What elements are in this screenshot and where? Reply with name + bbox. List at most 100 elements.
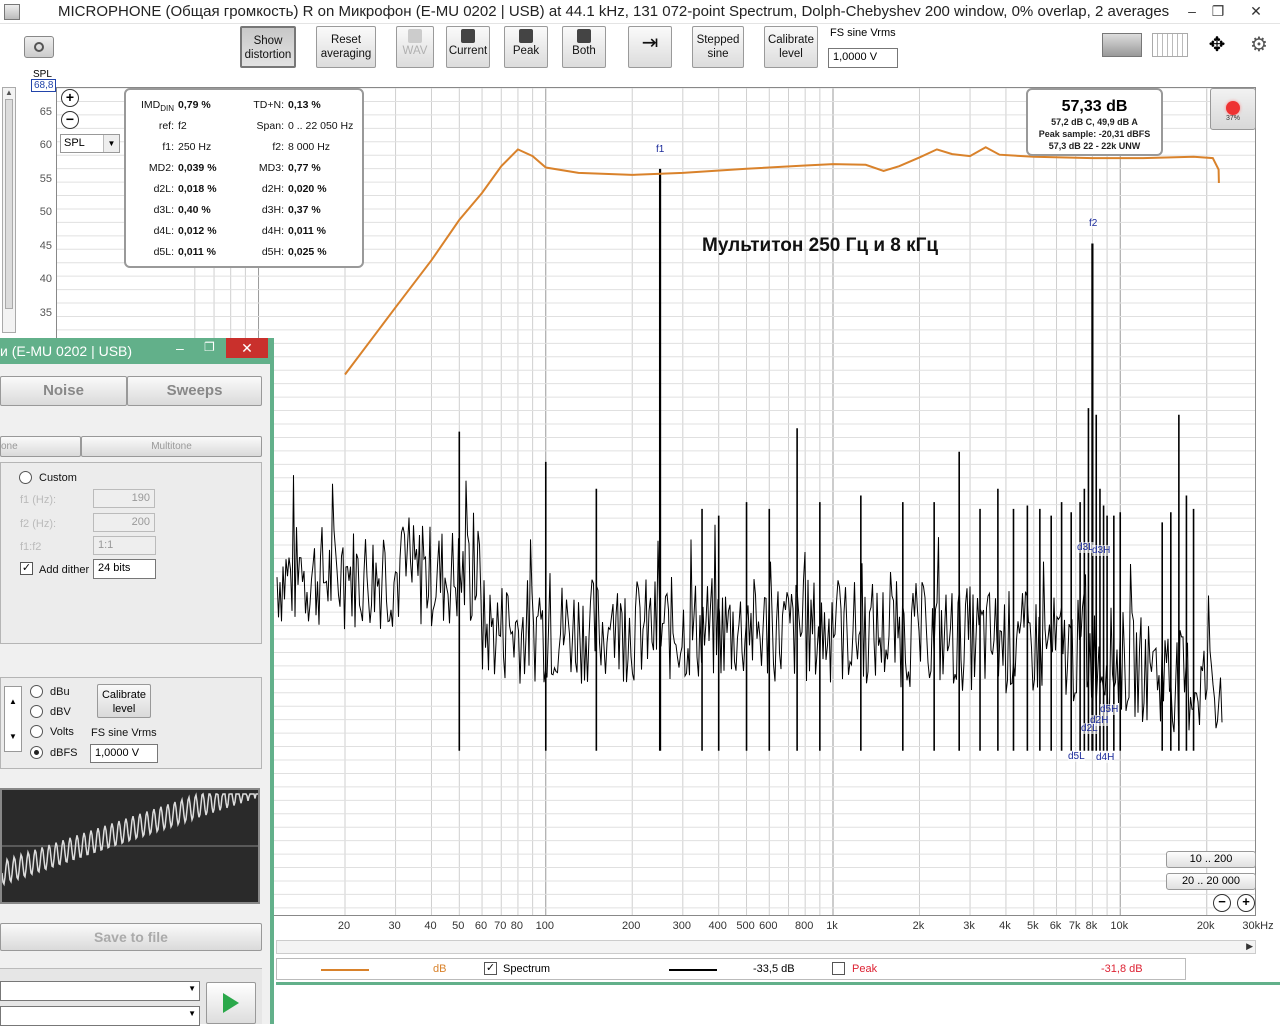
tone-subtab[interactable]: one <box>0 436 81 457</box>
level-meter: 57,33 dB 57,2 dB C, 49,9 dB A Peak sampl… <box>1026 88 1163 156</box>
show-distortion-button[interactable]: Show distortion <box>240 26 296 68</box>
dbfs-radio[interactable] <box>30 746 43 762</box>
f1-input[interactable]: 190 <box>93 489 155 508</box>
stat-key: ref: <box>158 120 174 132</box>
output-device-select[interactable]: ▼ <box>0 981 200 1001</box>
y-axis-value[interactable]: 68,8 <box>31 79 57 92</box>
multitone-subtab[interactable]: Multitone <box>81 436 262 457</box>
x-tick: 800 <box>794 920 814 932</box>
minimize-button[interactable]: – <box>1180 2 1204 20</box>
current-button[interactable]: Current <box>446 26 490 68</box>
calibrate-level-button[interactable]: Calibrate level <box>764 26 818 68</box>
peak-label-f1: f1 <box>656 144 665 155</box>
record-button[interactable]: 37% <box>1210 88 1256 130</box>
stat-value: 0,025 % <box>288 246 327 258</box>
stat-key: d3L: <box>153 204 174 216</box>
level-spinner[interactable]: ▲ ▼ <box>4 686 22 752</box>
peak-checkbox[interactable] <box>832 962 845 978</box>
add-dither-label: Add dither <box>39 564 90 576</box>
spectrum-checkbox[interactable]: ✓ <box>484 962 497 975</box>
x-tick: 600 <box>759 920 778 932</box>
x-tick: 200 <box>622 920 641 932</box>
divider <box>276 982 1280 985</box>
dbv-radio[interactable] <box>30 705 43 721</box>
zoom-out-icon[interactable]: − <box>61 111 79 129</box>
peak-label-f2: f2 <box>1089 218 1098 229</box>
chevron-down-icon: ▼ <box>103 135 119 152</box>
peak-button[interactable]: Peak <box>504 26 548 68</box>
stat-value: 8 000 Hz <box>288 141 331 153</box>
both-button[interactable]: Both <box>562 26 606 68</box>
wav-button[interactable]: WAV <box>396 26 434 68</box>
y-tick: 40 <box>39 273 52 285</box>
fs-sine-input[interactable]: 1,0000 V <box>828 48 898 68</box>
save-to-file-button[interactable]: Save to file <box>0 923 262 951</box>
noise-tab[interactable]: Noise <box>0 376 127 406</box>
import-button[interactable]: ⇥ <box>628 26 672 68</box>
columns-icon[interactable] <box>1152 33 1188 57</box>
y-scroll-thumb[interactable] <box>5 99 13 309</box>
stat-value: f2 <box>178 120 187 132</box>
ratio-label: f1:f2 <box>20 541 42 553</box>
gear-icon[interactable]: ⚙ <box>1246 33 1272 57</box>
save-icon <box>461 29 475 43</box>
x-scrollbar[interactable]: ▶ <box>276 940 1256 954</box>
f2-input[interactable]: 200 <box>93 513 155 532</box>
peak-label-d5h: d5H <box>1100 704 1119 715</box>
zoom-in-icon[interactable]: + <box>61 89 79 107</box>
x-tick: 30 <box>388 920 401 932</box>
stat-key: d2L: <box>153 183 174 195</box>
scroll-up-icon[interactable]: ▲ <box>3 88 15 97</box>
app-icon[interactable] <box>4 4 20 20</box>
generator-close-button[interactable]: ✕ <box>226 338 268 358</box>
y-tick: 65 <box>39 106 52 118</box>
zoom-out-x-icon[interactable]: − <box>1213 894 1231 912</box>
y-tick: 55 <box>39 173 52 185</box>
reset-averaging-button[interactable]: Reset averaging <box>316 26 376 68</box>
add-dither-checkbox[interactable]: ✓ <box>20 562 33 575</box>
gen-calibrate-button[interactable]: Calibrate level <box>97 684 151 718</box>
x-tick: 5k <box>1026 920 1039 932</box>
camera-icon[interactable] <box>24 36 54 58</box>
y-scrollbar[interactable]: ▲ <box>2 87 16 333</box>
wav-label: WAV <box>402 45 428 57</box>
stat-value: 0,40 % <box>178 204 211 216</box>
dbu-radio[interactable] <box>30 685 43 701</box>
layout-icon[interactable] <box>1102 33 1142 57</box>
gen-fs-input[interactable]: 1,0000 V <box>90 744 158 763</box>
play-button[interactable] <box>206 982 256 1024</box>
close-button[interactable]: ✕ <box>1244 2 1268 20</box>
x-tick: 300 <box>672 920 691 932</box>
maximize-button[interactable]: ❐ <box>1206 2 1230 20</box>
sweeps-tab[interactable]: Sweeps <box>127 376 262 406</box>
y-unit-select[interactable]: SPL ▼ <box>60 134 120 153</box>
calibrate-level-label: Calibrate level <box>767 34 815 60</box>
x-tick: 3k <box>963 920 975 932</box>
range-10-200-button[interactable]: 10 .. 200 <box>1166 851 1256 868</box>
x-tick: 4k <box>999 920 1011 932</box>
volts-radio[interactable] <box>30 725 43 741</box>
y-tick: 45 <box>39 240 52 252</box>
custom-radio[interactable] <box>19 471 32 487</box>
level-main: 57,33 dB <box>1061 98 1128 115</box>
y-unit-value: SPL <box>64 137 85 149</box>
range-20-20000-button[interactable]: 20 .. 20 000 <box>1166 873 1256 890</box>
zoom-in-x-icon[interactable]: + <box>1237 894 1255 912</box>
x-tick: 50 <box>452 920 465 932</box>
record-icon <box>1226 101 1240 115</box>
stepped-sine-button[interactable]: Stepped sine <box>692 26 744 68</box>
waveform-preview <box>0 788 260 904</box>
dbv-label: dBV <box>50 706 71 718</box>
generator-minimize-button[interactable]: – <box>176 340 184 356</box>
generator-maximize-button[interactable]: ❐ <box>204 340 215 354</box>
scroll-right-icon[interactable]: ▶ <box>1246 941 1253 952</box>
dither-select[interactable]: 24 bits <box>93 559 156 579</box>
stat-value: 0,011 % <box>178 246 216 258</box>
x-tick: 80 <box>510 920 524 932</box>
stat-key: d4L: <box>153 225 174 237</box>
annotation-text: Мультитон 250 Гц и 8 кГц <box>702 235 939 256</box>
record-percent: 37% <box>1225 115 1240 122</box>
output-channel-select[interactable]: ▼ <box>0 1006 200 1026</box>
ratio-select[interactable]: 1:1 <box>93 536 156 555</box>
move-arrows-icon[interactable]: ✥ <box>1200 33 1234 57</box>
